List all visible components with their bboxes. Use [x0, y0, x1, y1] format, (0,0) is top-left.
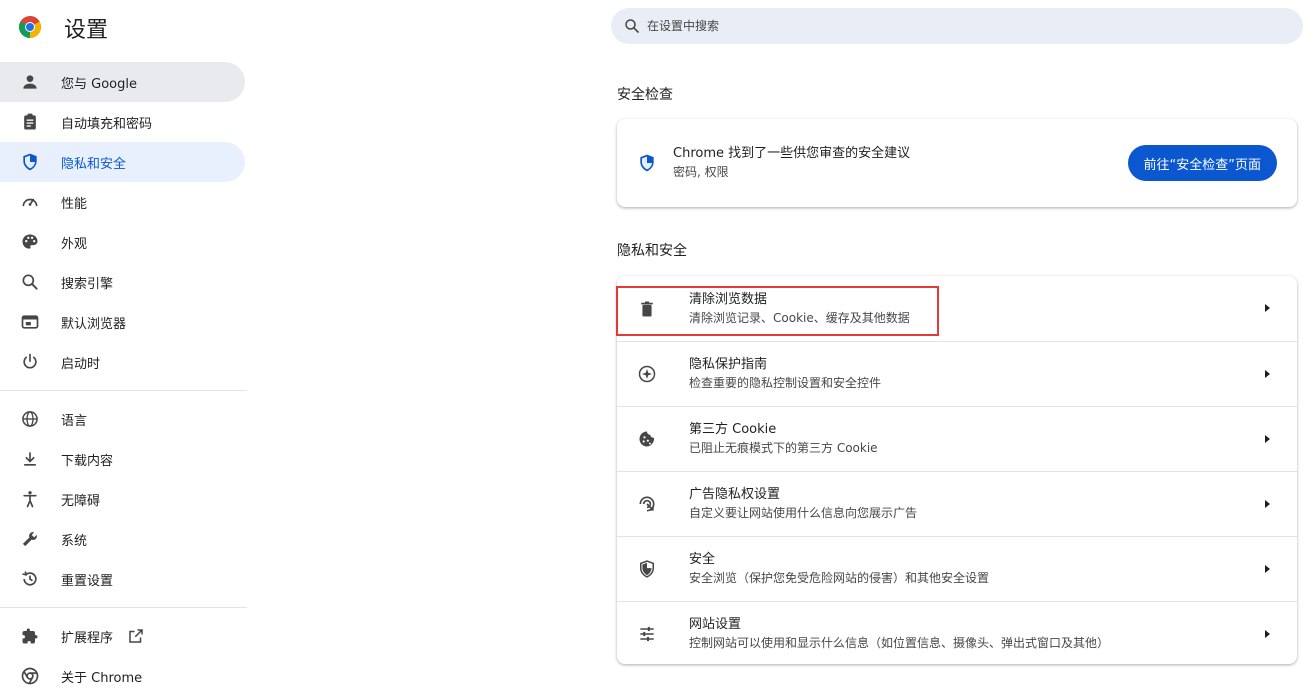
safety-check-card: Chrome 找到了一些供您审查的安全建议 密码, 权限 前往“安全检查”页面: [617, 119, 1297, 207]
external-link-icon: [129, 629, 143, 643]
safety-check-section-title: 安全检查: [617, 87, 673, 103]
arrow-right-icon: [1265, 370, 1270, 378]
safety-check-secondary-text: 密码, 权限: [673, 165, 729, 179]
arrow-right-icon: [1265, 565, 1270, 573]
sidebar-item-you-and-google[interactable]: 您与 Google: [0, 62, 245, 102]
tune-icon: [637, 624, 657, 644]
sidebar-item-languages[interactable]: 语言: [0, 399, 245, 439]
sidebar-item-extensions[interactable]: 扩展程序: [0, 616, 245, 656]
sidebar-item-system[interactable]: 系统: [0, 519, 245, 559]
speedometer-icon: [20, 192, 40, 212]
sidebar-item-downloads[interactable]: 下载内容: [0, 439, 245, 479]
sidebar-item-label: 外观: [61, 236, 88, 252]
row-third-party-cookies[interactable]: 第三方 Cookie 已阻止无痕模式下的第三方 Cookie: [617, 406, 1297, 471]
sidebar-item-label: 系统: [61, 533, 88, 549]
privacy-section-title: 隐私和安全: [617, 243, 687, 259]
sidebar-item-label: 下载内容: [61, 453, 114, 469]
row-privacy-guide[interactable]: 隐私保护指南 检查重要的隐私控制设置和安全控件: [617, 341, 1297, 406]
row-subtitle: 检查重要的隐私控制设置和安全控件: [689, 376, 882, 390]
puzzle-icon: [20, 626, 40, 646]
sidebar-item-label: 自动填充和密码: [61, 116, 153, 132]
row-subtitle: 已阻止无痕模式下的第三方 Cookie: [689, 441, 878, 455]
sidebar-item-label: 性能: [61, 196, 88, 212]
chrome-logo-icon: [19, 16, 41, 38]
row-title: 第三方 Cookie: [689, 422, 777, 437]
download-icon: [20, 449, 40, 469]
sidebar-item-on-startup[interactable]: 启动时: [0, 342, 245, 382]
search-bar[interactable]: [611, 8, 1303, 44]
sidebar-item-accessibility[interactable]: 无障碍: [0, 479, 245, 519]
row-site-settings[interactable]: 网站设置 控制网站可以使用和显示什么信息（如位置信息、摄像头、弹出式窗口及其他）: [617, 601, 1297, 666]
sidebar-divider: [0, 607, 247, 608]
shield-icon: [640, 154, 654, 172]
shield-icon: [20, 152, 40, 172]
sidebar-item-autofill[interactable]: 自动填充和密码: [0, 102, 245, 142]
row-title: 网站设置: [689, 617, 742, 632]
sidebar-item-appearance[interactable]: 外观: [0, 222, 245, 262]
row-subtitle: 控制网站可以使用和显示什么信息（如位置信息、摄像头、弹出式窗口及其他）: [689, 636, 1110, 650]
row-subtitle: 自定义要让网站使用什么信息向您展示广告: [689, 506, 918, 520]
shield-outline-icon: [637, 559, 657, 579]
power-icon: [20, 352, 40, 372]
sidebar-item-label: 关于 Chrome: [61, 670, 143, 686]
sidebar-item-default-browser[interactable]: 默认浏览器: [0, 302, 245, 342]
sidebar-item-performance[interactable]: 性能: [0, 182, 245, 222]
row-ad-privacy[interactable]: 广告隐私权设置 自定义要让网站使用什么信息向您展示广告: [617, 471, 1297, 536]
sidebar-item-label: 重置设置: [61, 573, 114, 589]
go-to-safety-check-button[interactable]: 前往“安全检查”页面: [1127, 145, 1277, 181]
ad-privacy-icon: [637, 494, 657, 514]
sidebar-divider: [0, 390, 247, 391]
row-title: 清除浏览数据: [689, 291, 768, 307]
sidebar-item-about-chrome[interactable]: 关于 Chrome: [0, 656, 245, 696]
sidebar-item-label: 默认浏览器: [61, 316, 127, 332]
page-title: 设置: [64, 18, 109, 43]
sidebar-item-privacy[interactable]: 隐私和安全: [0, 142, 245, 182]
arrow-right-icon: [1265, 435, 1270, 443]
sidebar-item-search-engine[interactable]: 搜索引擎: [0, 262, 245, 302]
sidebar-item-label: 搜索引擎: [61, 276, 114, 292]
sidebar-item-label: 无障碍: [61, 493, 101, 509]
accessibility-icon: [20, 489, 40, 509]
arrow-right-icon: [1265, 630, 1270, 638]
row-subtitle: 安全浏览（保护您免受危险网站的侵害）和其他安全设置: [689, 571, 990, 585]
globe-icon: [20, 409, 40, 429]
history-icon: [20, 569, 40, 589]
search-icon: [625, 19, 639, 33]
sidebar-item-label: 隐私和安全: [61, 156, 127, 172]
row-security[interactable]: 安全 安全浏览（保护您免受危险网站的侵害）和其他安全设置: [617, 536, 1297, 601]
row-clear-browsing-data[interactable]: 清除浏览数据 清除浏览记录、Cookie、缓存及其他数据: [616, 276, 1297, 341]
cookie-icon: [637, 429, 657, 449]
sidebar-item-label: 您与 Google: [61, 76, 137, 92]
person-icon: [20, 72, 40, 92]
compass-icon: [637, 364, 657, 384]
arrow-right-icon: [1265, 500, 1270, 508]
sidebar-item-reset[interactable]: 重置设置: [0, 559, 245, 599]
row-title: 安全: [689, 552, 716, 567]
sidebar-item-label: 语言: [61, 413, 88, 429]
row-title: 广告隐私权设置: [689, 487, 781, 502]
browser-icon: [20, 312, 40, 332]
arrow-right-icon: [1265, 304, 1270, 312]
sidebar-item-label: 启动时: [61, 356, 101, 372]
sidebar: 您与 Google 自动填充和密码 隐私和安全 性能 外观 搜索引擎 默认浏览器…: [0, 62, 247, 696]
trash-icon: [637, 299, 657, 319]
clipboard-icon: [20, 112, 40, 132]
row-title: 隐私保护指南: [689, 357, 768, 372]
privacy-card: 清除浏览数据 清除浏览记录、Cookie、缓存及其他数据 隐私保护指南 检查重要…: [616, 276, 1297, 666]
palette-icon: [20, 232, 40, 252]
safety-check-primary-text: Chrome 找到了一些供您审查的安全建议: [673, 146, 911, 161]
row-subtitle: 清除浏览记录、Cookie、缓存及其他数据: [689, 310, 910, 325]
search-icon: [20, 272, 40, 292]
sidebar-item-label: 扩展程序: [61, 630, 114, 646]
wrench-icon: [20, 529, 40, 549]
chrome-icon: [20, 666, 40, 686]
search-input[interactable]: [647, 19, 1247, 33]
